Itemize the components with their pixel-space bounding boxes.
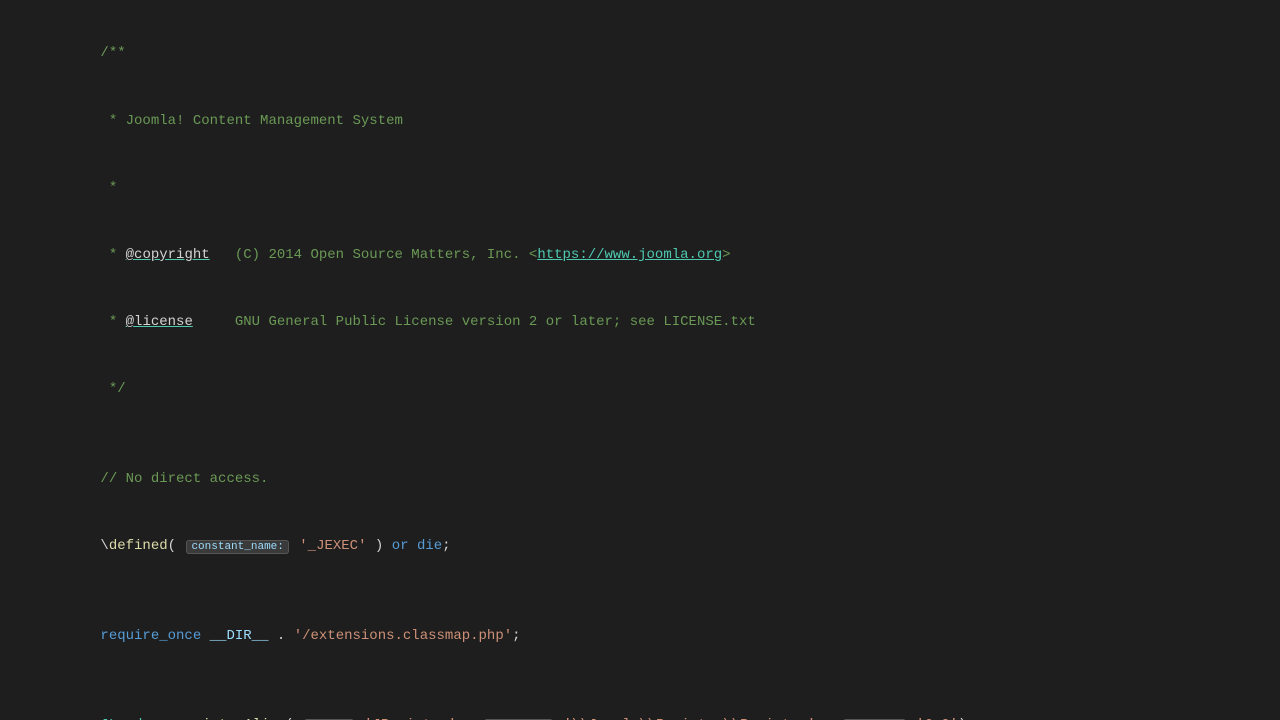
content-3: * bbox=[50, 154, 1260, 221]
line-5: * @license GNU General Public License ve… bbox=[0, 289, 1280, 356]
comment-license-prefix: * bbox=[100, 314, 125, 330]
comment-joomla: * Joomla! Content Management System bbox=[100, 113, 402, 129]
line-alias-1: JLoader::registerAlias( alias: 'JRegistr… bbox=[0, 692, 1280, 720]
require-semi: ; bbox=[512, 628, 520, 644]
comment-star: * bbox=[100, 180, 117, 196]
line-6: */ bbox=[0, 356, 1280, 423]
defined-paren-open: ( bbox=[168, 538, 185, 554]
content-1: /** bbox=[50, 20, 1260, 87]
or-keyword: or bbox=[392, 538, 409, 554]
content-8: // No direct access. bbox=[50, 445, 1260, 512]
comment-open: /** bbox=[100, 45, 125, 61]
content-11: require_once __DIR__ . '/extensions.clas… bbox=[50, 602, 1260, 669]
defined-func: defined bbox=[109, 538, 168, 554]
line-8: // No direct access. bbox=[0, 445, 1280, 512]
content-4: * @copyright (C) 2014 Open Source Matter… bbox=[50, 222, 1260, 289]
joomla-link[interactable]: https://www.joomla.org bbox=[537, 247, 722, 263]
line-3: * bbox=[0, 154, 1280, 221]
comment-license-text: GNU General Public License version 2 or … bbox=[193, 314, 756, 330]
badge-constant-name: constant_name: bbox=[186, 540, 288, 554]
content-2: * Joomla! Content Management System bbox=[50, 87, 1260, 154]
copyright-tag: @copyright bbox=[126, 247, 210, 263]
jexec-string: '_JEXEC' bbox=[291, 538, 367, 554]
content-a1: JLoader::registerAlias( alias: 'JRegistr… bbox=[50, 692, 1260, 720]
require-dot: . bbox=[268, 628, 293, 644]
dir-constant: __DIR__ bbox=[210, 628, 269, 644]
comment-copyright-prefix: * bbox=[100, 247, 125, 263]
comment-copyright-end: > bbox=[722, 247, 730, 263]
no-direct-comment: // No direct access. bbox=[100, 471, 268, 487]
content-7 bbox=[50, 423, 1260, 445]
content-10 bbox=[50, 580, 1260, 602]
code-editor: /** * Joomla! Content Management System … bbox=[0, 0, 1280, 720]
line-12 bbox=[0, 669, 1280, 691]
semicolon-1: ; bbox=[442, 538, 450, 554]
defined-paren-close: ) bbox=[367, 538, 392, 554]
line-11: require_once __DIR__ . '/extensions.clas… bbox=[0, 602, 1280, 669]
line-2: * Joomla! Content Management System bbox=[0, 87, 1280, 154]
content-6: */ bbox=[50, 356, 1260, 423]
comment-copyright-text: (C) 2014 Open Source Matters, Inc. < bbox=[210, 247, 538, 263]
content-9: \defined( constant_name: '_JEXEC' ) or d… bbox=[50, 513, 1260, 580]
line-10 bbox=[0, 580, 1280, 602]
line-7 bbox=[0, 423, 1280, 445]
require-path: '/extensions.classmap.php' bbox=[294, 628, 512, 644]
require-space bbox=[201, 628, 209, 644]
require-once-keyword: require_once bbox=[100, 628, 201, 644]
license-tag: @license bbox=[126, 314, 193, 330]
line-4: * @copyright (C) 2014 Open Source Matter… bbox=[0, 222, 1280, 289]
die-text bbox=[409, 538, 417, 554]
content-5: * @license GNU General Public License ve… bbox=[50, 289, 1260, 356]
die-keyword: die bbox=[417, 538, 442, 554]
content-12 bbox=[50, 669, 1260, 691]
line-9: \defined( constant_name: '_JEXEC' ) or d… bbox=[0, 513, 1280, 580]
line-1: /** bbox=[0, 20, 1280, 87]
defined-backslash: \ bbox=[100, 538, 108, 554]
comment-close: */ bbox=[100, 381, 125, 397]
